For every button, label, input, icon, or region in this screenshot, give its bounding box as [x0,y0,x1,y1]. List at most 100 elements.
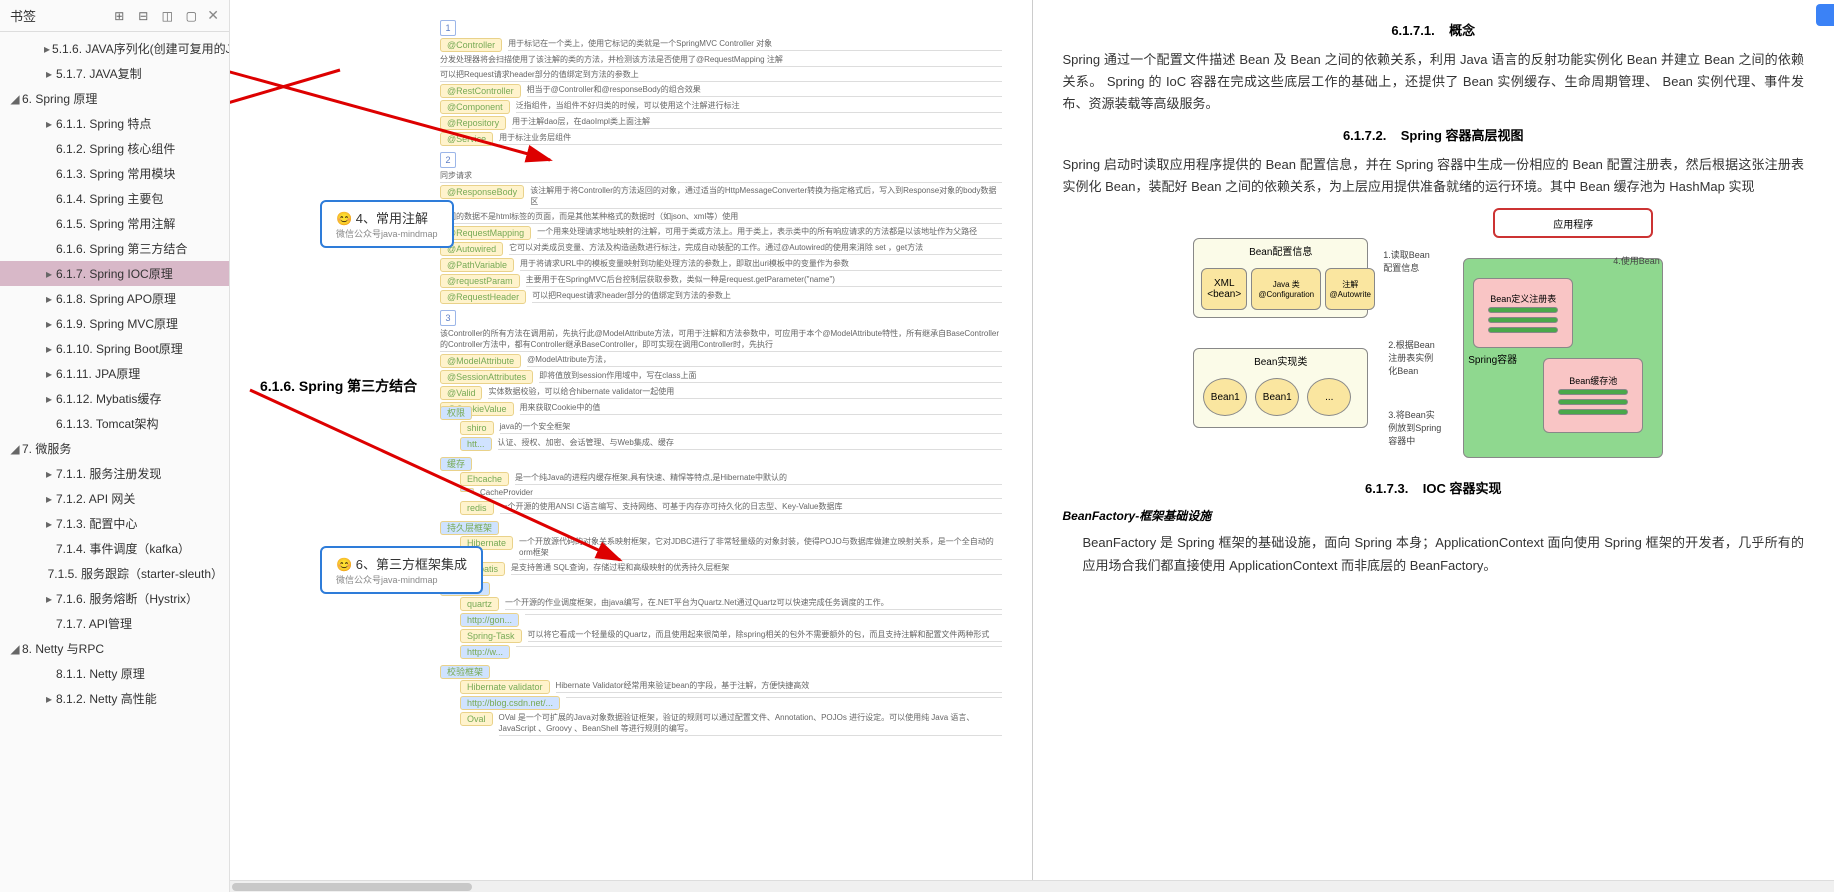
tree-item[interactable]: 8.1.1. Netty 原理 [0,661,229,686]
tree-item[interactable]: 7.1.5. 服务跟踪（starter-sleuth） [0,561,229,586]
mm-row: CacheProvider [460,488,1002,499]
tree-item[interactable]: ▸7.1.1. 服务注册发现 [0,461,229,486]
tree-item-label: 6. Spring 原理 [22,90,97,107]
tree-item[interactable]: ▸6.1.1. Spring 特点 [0,111,229,136]
mm-group: 缓存Ehcache是一个纯Java的进程内缓存框架,具有快速、精悍等特点,是Hi… [440,457,1002,515]
mm-tag: @RequestMapping [440,226,531,240]
arrow-1: 1.读取Bean 配置信息 [1383,248,1430,274]
box-cache: Bean缓存池 [1543,358,1643,433]
tree-item[interactable]: ▸7.1.3. 配置中心 [0,511,229,536]
sec-title: Spring 容器高层视图 [1401,128,1524,143]
tree-item[interactable]: 6.1.4. Spring 主要包 [0,186,229,211]
sec-title: 概念 [1449,23,1475,38]
bookmark-expand-icon[interactable]: ⊞ [111,8,127,24]
tree-item[interactable]: ▸6.1.11. JPA原理 [0,361,229,386]
tree-item[interactable]: 6.1.5. Spring 常用注解 [0,211,229,236]
mm-desc: CacheProvider [480,488,1002,499]
tree-item[interactable]: ▸6.1.7. Spring IOC原理 [0,261,229,286]
mm-row: @Repository用于注解dao层，在daoImpl类上面注解 [440,116,1002,130]
tree-item[interactable]: 7.1.4. 事件调度（kafka） [0,536,229,561]
tree-item-label: 6.1.9. Spring MVC原理 [56,315,178,332]
tree-item-label: 6.1.10. Spring Boot原理 [56,340,183,357]
tree-item-label: 7.1.4. 事件调度（kafka） [56,540,190,557]
mm-row: 分发处理器将会扫描使用了该注解的类的方法，并检测该方法是否使用了@Request… [440,54,1002,67]
mm-category: 持久层框架 [440,521,499,535]
tree-item[interactable]: 6.1.3. Spring 常用模块 [0,161,229,186]
section-6172-head: 6.1.7.2. Spring 容器高层视图 [1063,125,1805,144]
mm-root-6: 😊 6、第三方框架集成 微信公众号java-mindmap [320,546,483,594]
tree-item[interactable]: ▸8.1.2. Netty 高性能 [0,686,229,711]
mm-row: http://blog.csdn.net/... [460,696,1002,710]
section-6171-head: 6.1.7.1. 概念 [1063,20,1805,39]
close-icon[interactable]: ✕ [207,7,219,24]
tree-item[interactable]: ▸5.1.7. JAVA复制 [0,61,229,86]
tree-item[interactable]: ▸7.1.6. 服务熔断（Hystrix） [0,586,229,611]
tree-item[interactable]: ▸6.1.8. Spring APO原理 [0,286,229,311]
side-tab-icon[interactable] [1816,4,1834,26]
tree-item-label: 7.1.2. API 网关 [56,490,135,507]
tree-item[interactable]: ▸5.1.6. JAVA序列化(创建可复用的Ja… [0,36,229,61]
mm-group: 权限shirojava的一个安全框架htt...认证、授权、加密、会话管理、与W… [440,406,1002,451]
mm-row: 该Controller的所有方法在调用前，先执行此@ModelAttribute… [440,328,1002,352]
mm-desc [566,696,1001,698]
mm-category: 权限 [440,406,472,420]
mm-root-label: 😊 4、常用注解 [336,208,438,227]
tree-item[interactable]: ◢6. Spring 原理 [0,86,229,111]
tree-item-label: 6.1.8. Spring APO原理 [56,290,176,307]
tree-item[interactable]: 6.1.6. Spring 第三方结合 [0,236,229,261]
tree-item[interactable]: ▸6.1.9. Spring MVC原理 [0,311,229,336]
mm-row: @RequestHeader可以把Request请求header部分的值绑定到方… [440,290,1002,304]
tree-item-label: 6.1.6. Spring 第三方结合 [56,240,187,257]
mm-tag: Ehcache [460,472,509,486]
tree-item[interactable]: 6.1.13. Tomcat架构 [0,411,229,436]
mm-group: 定时任务quartz一个开源的作业调度框架，由java编写，在.NET平台为Qu… [440,582,1002,659]
bookmark-collapse-icon[interactable]: ⊟ [135,8,151,24]
mm-group-num: 3 [440,310,456,326]
mm-row: @Service用于标注业务层组件 [440,132,1002,146]
mm-category: 校验框架 [440,665,490,679]
mm-desc: OVal 是一个可扩展的Java对象数据验证框架，验证的规则可以通过配置文件、A… [499,712,1002,736]
box-xml: XML <bean> [1201,268,1247,310]
bookmark-add-icon[interactable]: ◫ [159,8,175,24]
box-app: 应用程序 [1493,208,1653,238]
mm-desc: 一个开放源代码的对象关系映射框架，它对JDBC进行了非常轻量级的对象封装，使得P… [519,536,1001,560]
tree-item-label: 6.1.5. Spring 常用注解 [56,215,175,232]
tree-item[interactable]: 7.1.7. API管理 [0,611,229,636]
mm-desc: 该注解用于将Controller的方法返回的对象，通过适当的HttpMessag… [530,185,1001,209]
tree-item[interactable]: 6.1.2. Spring 核心组件 [0,136,229,161]
mm-desc: 分发处理器将会扫描使用了该注解的类的方法，并检测该方法是否使用了@Request… [440,54,1002,67]
mm-tag-link [460,488,474,492]
mm-row: htt...认证、授权、加密、会话管理、与Web集成、缓存 [460,437,1002,451]
tree-item[interactable]: ◢8. Netty 与RPC [0,636,229,661]
mm-row: Spring-Task可以将它看成一个轻量级的Quartz，而且使用起来很简单，… [460,629,1002,643]
mm-desc: java的一个安全框架 [500,421,1002,434]
mm-tag: @ModelAttribute [440,354,521,368]
bookmark-tree[interactable]: ▸5.1.6. JAVA序列化(创建可复用的Ja…▸5.1.7. JAVA复制◢… [0,32,229,892]
mm-row: @PathVariable用于将请求URL中的模板变量映射到功能处理方法的参数上… [440,258,1002,272]
mm-root-sub: 微信公众号java-mindmap [336,573,467,586]
horizontal-scrollbar[interactable] [230,880,1834,892]
mm-desc: 用于注解dao层，在daoImpl类上面注解 [512,116,1001,129]
tree-item-label: 6.1.2. Spring 核心组件 [56,140,175,157]
mm-desc: 一个开源的作业调度框架，由java编写，在.NET平台为Quartz.Net通过… [505,597,1001,610]
lbl: Bean实现类 [1254,353,1307,368]
tree-item-label: 6.1.7. Spring IOC原理 [56,265,173,282]
sec-6173-para: BeanFactory 是 Spring 框架的基础设施，面向 Spring 本… [1063,532,1805,576]
bookmark-ribbon-icon[interactable]: ▢ [183,8,199,24]
scrollbar-thumb[interactable] [232,883,472,891]
box-regtable: Bean定义注册表 [1473,278,1573,348]
tree-item[interactable]: ▸6.1.10. Spring Boot原理 [0,336,229,361]
mm-row: @Valid实体数据校验，可以给合hibernate validator一起使用 [440,386,1002,400]
mm-row: Ehcache是一个纯Java的进程内缓存框架,具有快速、精悍等特点,是Hibe… [460,472,1002,486]
tree-bullet-icon: ▸ [44,67,54,81]
tree-item-label: 5.1.7. JAVA复制 [56,65,142,82]
mm-row: Mybatis是支持普通 SQL查询，存储过程和高级映射的优秀持久层框架 [460,562,1002,576]
tree-item-label: 6.1.4. Spring 主要包 [56,190,163,207]
mm-group-num: 1 [440,20,456,36]
mm-group: 持久层框架Hibernate一个开放源代码的对象关系映射框架，它对JDBC进行了… [440,521,1002,576]
mindmap-annotations: 😊 4、常用注解 微信公众号java-mindmap 1@Controller用… [260,20,1002,360]
tree-item[interactable]: ◢7. 微服务 [0,436,229,461]
tree-item[interactable]: ▸6.1.12. Mybatis缓存 [0,386,229,411]
tree-item-label: 8.1.2. Netty 高性能 [56,690,157,707]
tree-item[interactable]: ▸7.1.2. API 网关 [0,486,229,511]
